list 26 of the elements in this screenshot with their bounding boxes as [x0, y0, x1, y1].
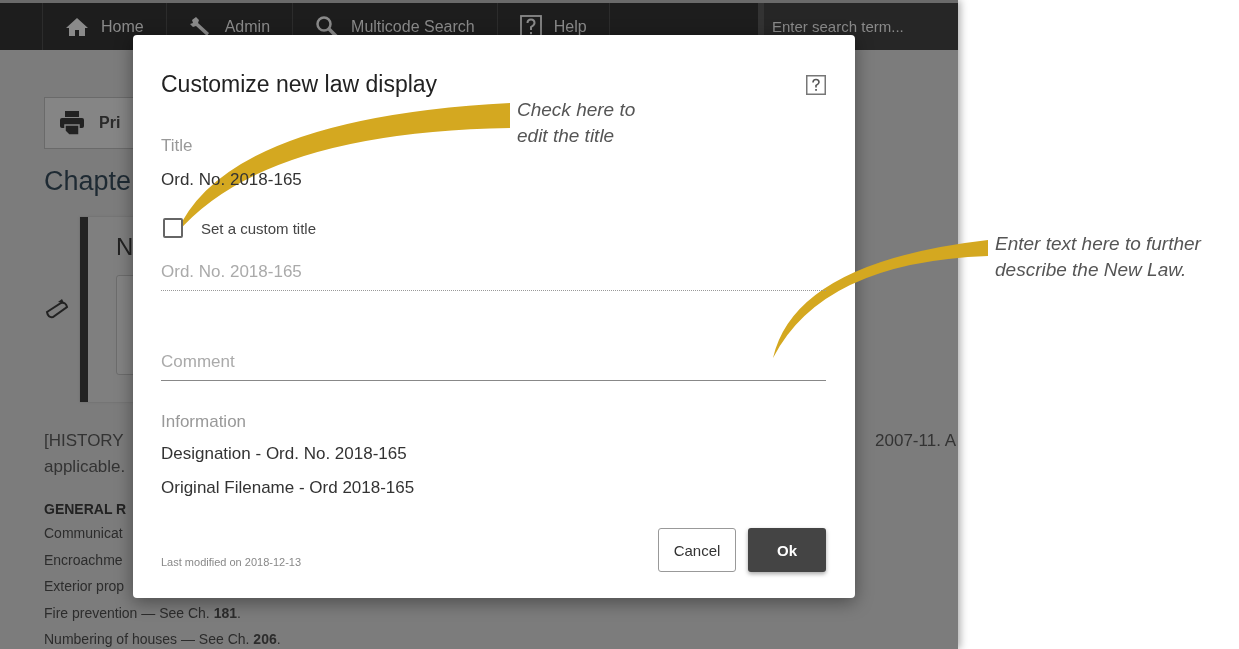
dialog-title: Customize new law display — [161, 71, 438, 98]
info-text: Original Filename - Ord 2018-165 — [161, 478, 415, 498]
ok-button[interactable]: Ok — [748, 528, 826, 572]
checkbox-label: Set a custom title — [201, 219, 317, 237]
section-heading: GENERAL R — [44, 500, 127, 519]
home-icon — [65, 16, 89, 37]
reference-entry: Exterior prop — [44, 577, 125, 596]
history-text: 2007-11. A — [875, 430, 956, 452]
last-modified-text: Last modified on 2018-12-13 — [161, 556, 303, 570]
chapter-heading: Chapte — [44, 165, 132, 198]
section-label: Information — [161, 412, 247, 432]
help-icon[interactable] — [806, 74, 826, 95]
reference-entry: Encroachme — [44, 550, 123, 570]
cancel-button[interactable]: Cancel — [658, 528, 736, 572]
callout-text: Check here to edit the title — [517, 98, 637, 148]
checkbox[interactable] — [163, 218, 183, 238]
comment-input-field[interactable]: Comment — [161, 344, 826, 381]
printer-icon — [59, 110, 85, 136]
reference-entry: Communicat — [44, 524, 123, 543]
callout-text: Enter text here to further describe the New Law. — [995, 232, 1203, 282]
reference-entry: Fire prevention — See Ch. 181. — [44, 603, 241, 623]
panel-title: N — [116, 233, 135, 261]
reference-entry: Numbering of houses — See Ch. 206. — [44, 630, 281, 649]
info-text: Designation - Ord. No. 2018-165 — [161, 444, 407, 464]
history-text: applicable. — [44, 456, 126, 478]
history-text: [HISTORY — [44, 430, 124, 452]
